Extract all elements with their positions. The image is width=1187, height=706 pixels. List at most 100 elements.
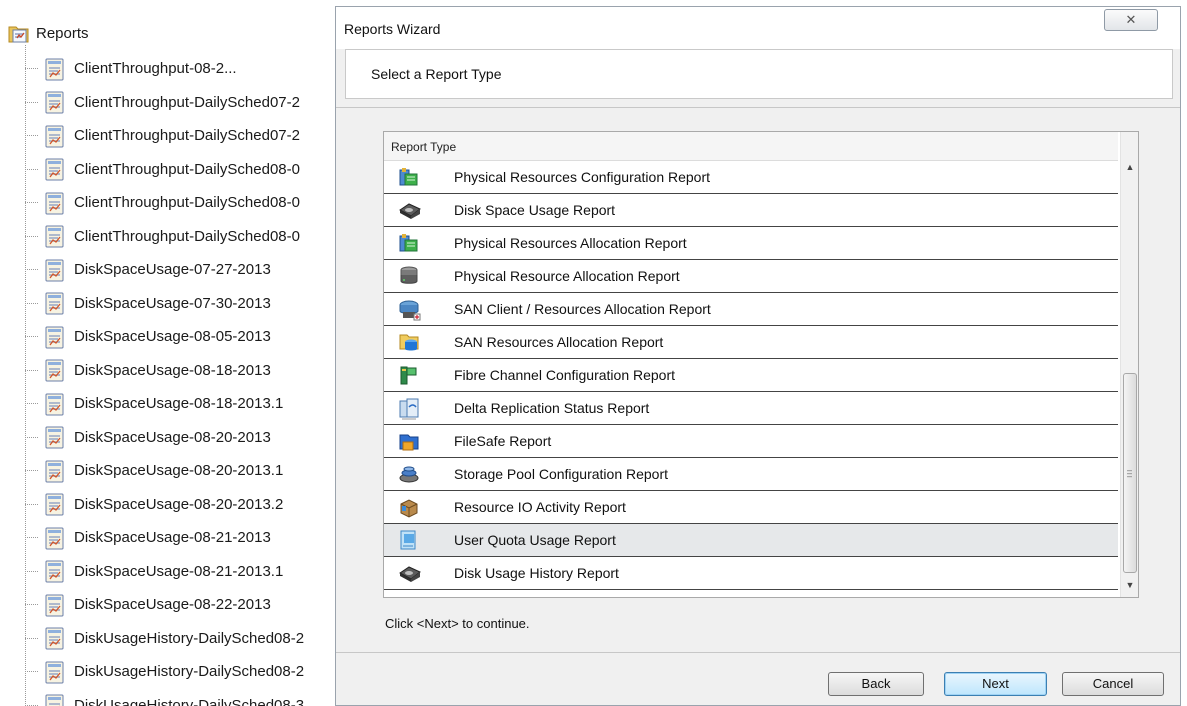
tree-item-report[interactable]: DiskSpaceUsage-08-20-2013.2: [25, 488, 283, 521]
tree-item-label: DiskUsageHistory-DailySched08-3: [74, 696, 305, 706]
report-type-row[interactable]: Storage Pool Configuration Report: [384, 458, 1118, 491]
tree-item-report[interactable]: DiskSpaceUsage-08-18-2013: [25, 354, 271, 387]
tree-item-report[interactable]: ClientThroughput-DailySched08-0: [25, 153, 300, 186]
replication-icon: [398, 397, 420, 420]
report-doc-icon: [44, 426, 64, 449]
tree-connector: [25, 369, 38, 371]
disk-icon: [398, 199, 421, 221]
close-button[interactable]: ✕: [1104, 9, 1158, 31]
report-type-row[interactable]: Disk Usage History Report: [384, 557, 1118, 590]
tree-item-label: DiskSpaceUsage-07-30-2013: [74, 294, 271, 312]
close-icon: ✕: [1125, 12, 1137, 27]
tree-item-report[interactable]: DiskUsageHistory-DailySched08-2: [25, 622, 304, 655]
next-button[interactable]: Next: [944, 672, 1047, 696]
disk-icon: [398, 562, 421, 584]
report-type-row[interactable]: Resource IO Activity Report: [384, 491, 1118, 524]
tree-item-report[interactable]: DiskSpaceUsage-08-21-2013: [25, 521, 271, 554]
report-type-row[interactable]: Physical Resources Configuration Report: [384, 161, 1118, 194]
tree-item-report[interactable]: DiskSpaceUsage-08-18-2013.1: [25, 387, 283, 420]
report-type-row[interactable]: FileSafe Report: [384, 425, 1118, 458]
report-type-label: Delta Replication Status Report: [454, 400, 650, 416]
report-doc-icon: [44, 125, 64, 147]
report-doc-icon: [44, 58, 64, 80]
back-button[interactable]: Back: [828, 672, 924, 696]
tree-item-report[interactable]: ClientThroughput-DailySched08-0: [25, 186, 300, 219]
tree-item-report[interactable]: DiskSpaceUsage-08-22-2013: [25, 588, 271, 621]
tree-connector: [25, 202, 38, 203]
tree-connector: [25, 537, 38, 538]
report-doc-icon: [44, 225, 64, 248]
report-type-row[interactable]: Physical Resource Allocation Report: [384, 260, 1118, 293]
tree-item-report[interactable]: ClientThroughput-08-2...: [25, 52, 237, 85]
server-stack-icon: [398, 265, 420, 287]
report-type-label: Fibre Channel Configuration Report: [454, 367, 676, 383]
report-doc-icon: [44, 460, 64, 482]
report-doc-icon: [44, 694, 64, 706]
report-doc-icon: [44, 91, 64, 114]
report-type-list[interactable]: Report Type Physical Resources Configura…: [383, 131, 1139, 598]
report-doc-icon: [44, 493, 64, 516]
tree-item-report[interactable]: DiskUsageHistory-DailySched08-3: [25, 689, 304, 706]
io-activity-icon: [398, 496, 420, 518]
physical-resources-icon: [398, 166, 420, 188]
reports-wizard-dialog: Reports Wizard ✕ Select a Report Type Re…: [335, 6, 1181, 706]
tree-item-label: DiskUsageHistory-DailySched08-2: [74, 629, 305, 647]
report-doc-icon: [44, 594, 64, 616]
report-type-row[interactable]: SAN Client / Resources Allocation Report: [384, 293, 1118, 326]
report-type-row[interactable]: Delta Replication Status Report: [384, 392, 1118, 425]
report-type-row[interactable]: SAN Resources Allocation Report: [384, 326, 1118, 359]
vertical-scrollbar[interactable]: ▲ – – – ▼: [1120, 132, 1138, 597]
report-type-label: Physical Resources Configuration Report: [454, 169, 711, 185]
tree-item-label: ClientThroughput-08-2...: [74, 60, 237, 77]
tree-connector: [25, 604, 38, 605]
report-type-row[interactable]: Fibre Channel Configuration Report: [384, 359, 1118, 392]
report-type-row[interactable]: User Quota Usage Report: [384, 524, 1118, 557]
report-type-label: User Quota Usage Report: [454, 532, 616, 548]
grip-icon: – – –: [1127, 465, 1133, 481]
report-doc-icon: [44, 393, 64, 415]
tree-item-label: DiskSpaceUsage-08-18-2013: [74, 361, 271, 379]
tree-connector: [25, 336, 38, 337]
tree-item-report[interactable]: DiskSpaceUsage-08-20-2013.1: [25, 454, 283, 487]
tree-connector: [25, 168, 38, 170]
tree-item-report[interactable]: DiskSpaceUsage-08-21-2013.1: [25, 555, 283, 588]
fibre-channel-icon: [398, 364, 420, 386]
report-doc-icon: [44, 627, 64, 650]
tree-item-label: DiskSpaceUsage-08-20-2013.2: [74, 495, 284, 513]
scrollbar-thumb[interactable]: – – –: [1123, 373, 1137, 573]
tree-root-reports[interactable]: Reports: [8, 19, 89, 47]
tree-item-report[interactable]: DiskUsageHistory-DailySched08-2: [25, 655, 304, 688]
tree-item-label: ClientThroughput-DailySched07-2: [74, 93, 300, 111]
report-doc-icon: [44, 292, 64, 315]
tree-item-report[interactable]: DiskSpaceUsage-07-27-2013: [25, 253, 271, 286]
report-type-label: Storage Pool Configuration Report: [454, 466, 669, 482]
tree-connector: [25, 269, 38, 270]
folder-report-icon: [8, 22, 29, 44]
tree-item-report[interactable]: DiskSpaceUsage-08-05-2013: [25, 320, 271, 353]
tree-item-label: DiskSpaceUsage-08-21-2013: [74, 529, 271, 546]
wizard-step-title: Select a Report Type: [371, 66, 502, 82]
tree-connector: [25, 671, 38, 672]
tree-item-label: DiskSpaceUsage-08-21-2013.1: [74, 562, 284, 580]
tree-item-report[interactable]: DiskSpaceUsage-07-30-2013: [25, 287, 271, 320]
scroll-up-arrow-icon[interactable]: ▲: [1121, 162, 1138, 178]
column-header-report-type[interactable]: Report Type: [384, 132, 1118, 161]
tree-connector: [25, 403, 38, 404]
tree-connector: [25, 235, 38, 237]
report-type-label: Resource IO Activity Report: [454, 499, 626, 515]
wizard-header-panel: Select a Report Type: [345, 49, 1173, 99]
tree-item-report[interactable]: ClientThroughput-DailySched07-2: [25, 86, 300, 119]
report-doc-icon: [44, 326, 64, 348]
report-type-row[interactable]: Physical Resources Allocation Report: [384, 227, 1118, 260]
tree-item-report[interactable]: ClientThroughput-DailySched07-2: [25, 119, 300, 152]
dialog-title-bar[interactable]: Reports Wizard ✕: [336, 7, 1180, 49]
scroll-down-arrow-icon[interactable]: ▼: [1121, 580, 1138, 596]
storage-pool-icon: [398, 463, 420, 485]
tree-item-report[interactable]: ClientThroughput-DailySched08-0: [25, 220, 300, 253]
cancel-button[interactable]: Cancel: [1062, 672, 1164, 696]
tree-item-report[interactable]: DiskSpaceUsage-08-20-2013: [25, 421, 271, 454]
report-type-row[interactable]: Disk Space Usage Report: [384, 194, 1118, 227]
tree-connector: [25, 302, 38, 304]
tree-item-label: ClientThroughput-DailySched08-0: [74, 194, 300, 211]
report-type-label: Disk Usage History Report: [454, 565, 619, 581]
